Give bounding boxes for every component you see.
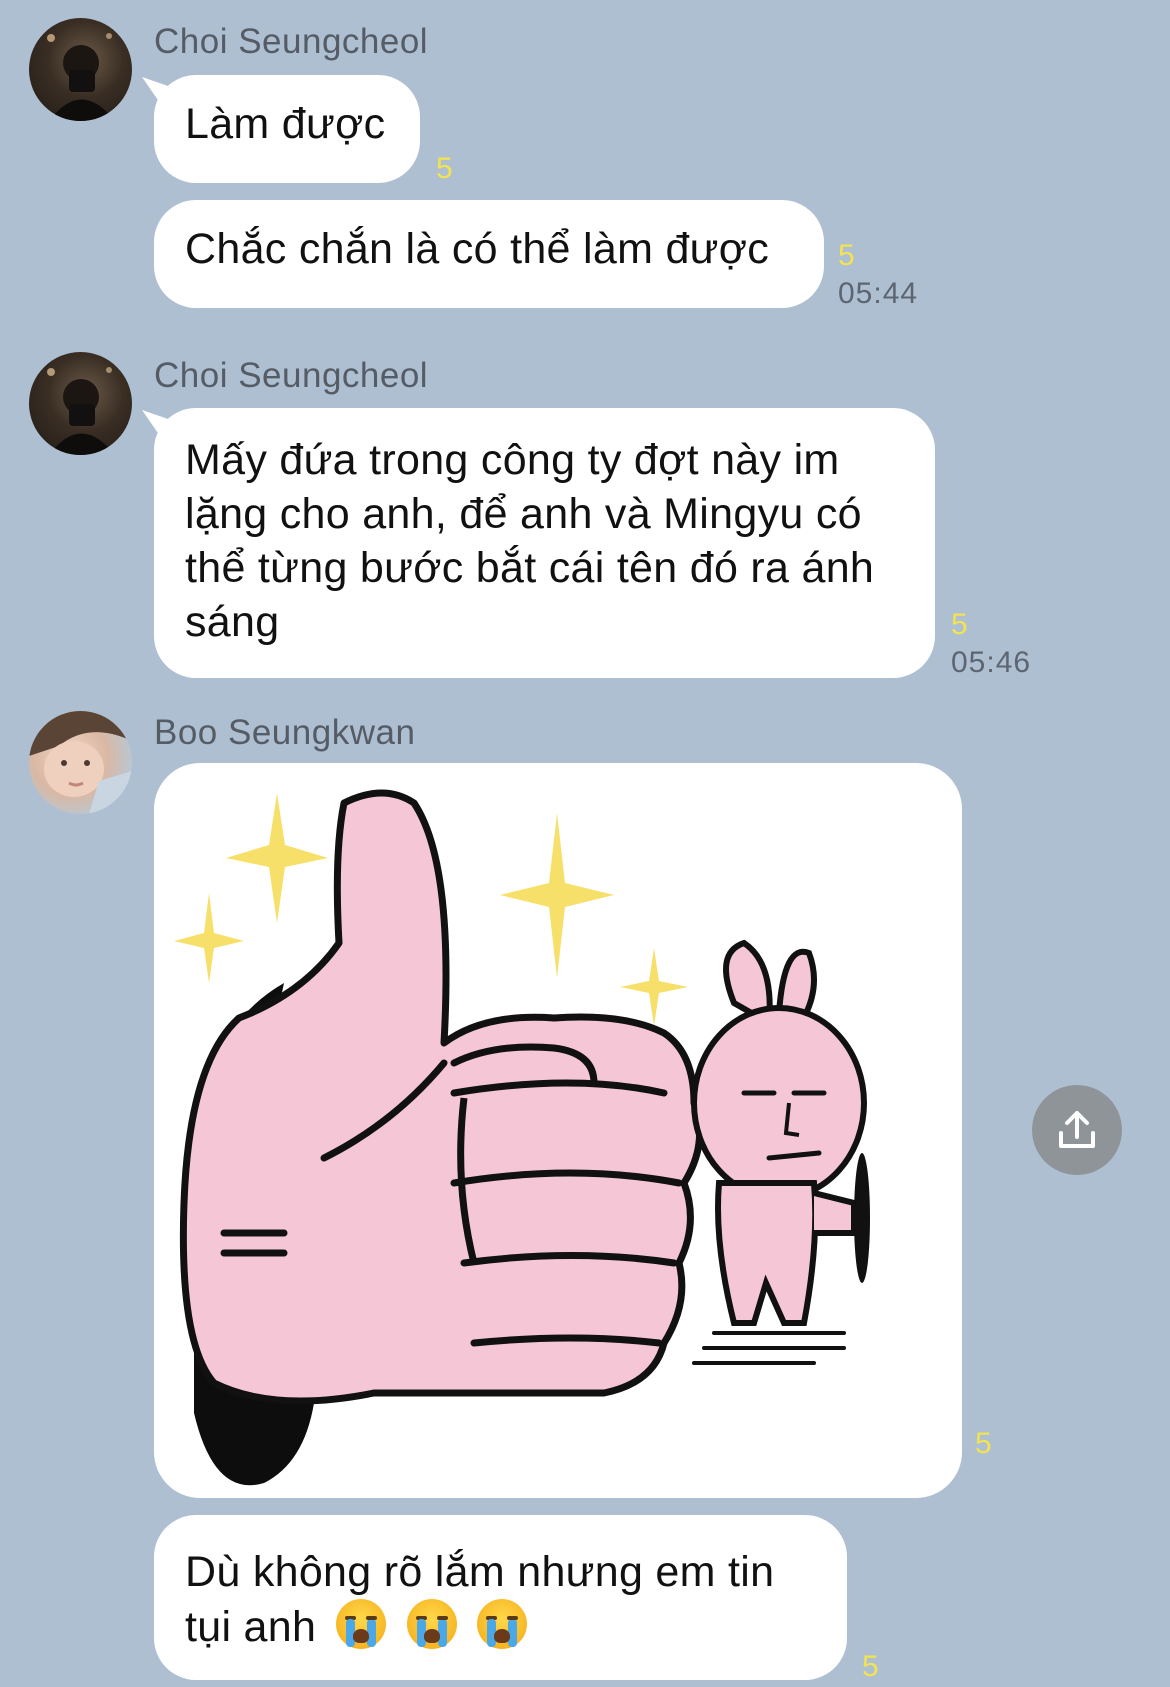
message-meta: 5 05:46: [951, 606, 1031, 682]
timestamp: 05:46: [951, 646, 1032, 679]
avatar-choi-seungcheol[interactable]: [29, 18, 132, 121]
avatar-boo-seungkwan[interactable]: [29, 711, 132, 814]
message-bubble[interactable]: Chắc chắn là có thể làm được: [154, 200, 824, 308]
sender-name: Choi Seungcheol: [154, 356, 429, 395]
share-upload-icon: [1059, 1111, 1095, 1148]
timestamp: 05:44: [838, 277, 919, 310]
message-bubble[interactable]: Làm được: [154, 75, 420, 183]
crying-face-icon: [476, 1599, 527, 1649]
avatar-photo: [47, 33, 115, 121]
message-bubble[interactable]: Dù không rõ lắm nhưng em tin tụi anh: [154, 1515, 847, 1680]
message-meta: 5: [975, 1425, 992, 1463]
crying-face-icon: [336, 1599, 387, 1649]
message-text: Làm được: [185, 100, 386, 148]
sticker-illustration: [174, 789, 870, 1486]
message-meta: 5: [436, 150, 453, 188]
message-meta: 5: [862, 1648, 879, 1686]
bunny-character: [691, 939, 870, 1365]
read-count: 5: [951, 608, 968, 641]
read-count: 5: [436, 152, 453, 185]
sender-name: Boo Seungkwan: [154, 713, 416, 752]
crying-face-icon: [406, 1599, 457, 1649]
message-meta: 5 05:44: [838, 237, 918, 313]
read-count: 5: [975, 1427, 992, 1460]
sender-name: Choi Seungcheol: [154, 22, 429, 61]
thumbs-up-sticker[interactable]: [154, 763, 962, 1498]
message-bubble[interactable]: Mấy đứa trong công ty đợt này im lặng ch…: [154, 408, 935, 678]
avatar-choi-seungcheol[interactable]: [29, 352, 132, 455]
message-text: Chắc chắn là có thể làm được: [185, 225, 770, 273]
share-button[interactable]: [1032, 1085, 1122, 1175]
avatar-photo: [29, 711, 132, 814]
read-count: 5: [838, 239, 855, 272]
avatar-photo: [47, 367, 115, 455]
message-text: Mấy đứa trong công ty đợt này im lặng ch…: [185, 436, 875, 646]
read-count: 5: [862, 1650, 879, 1683]
